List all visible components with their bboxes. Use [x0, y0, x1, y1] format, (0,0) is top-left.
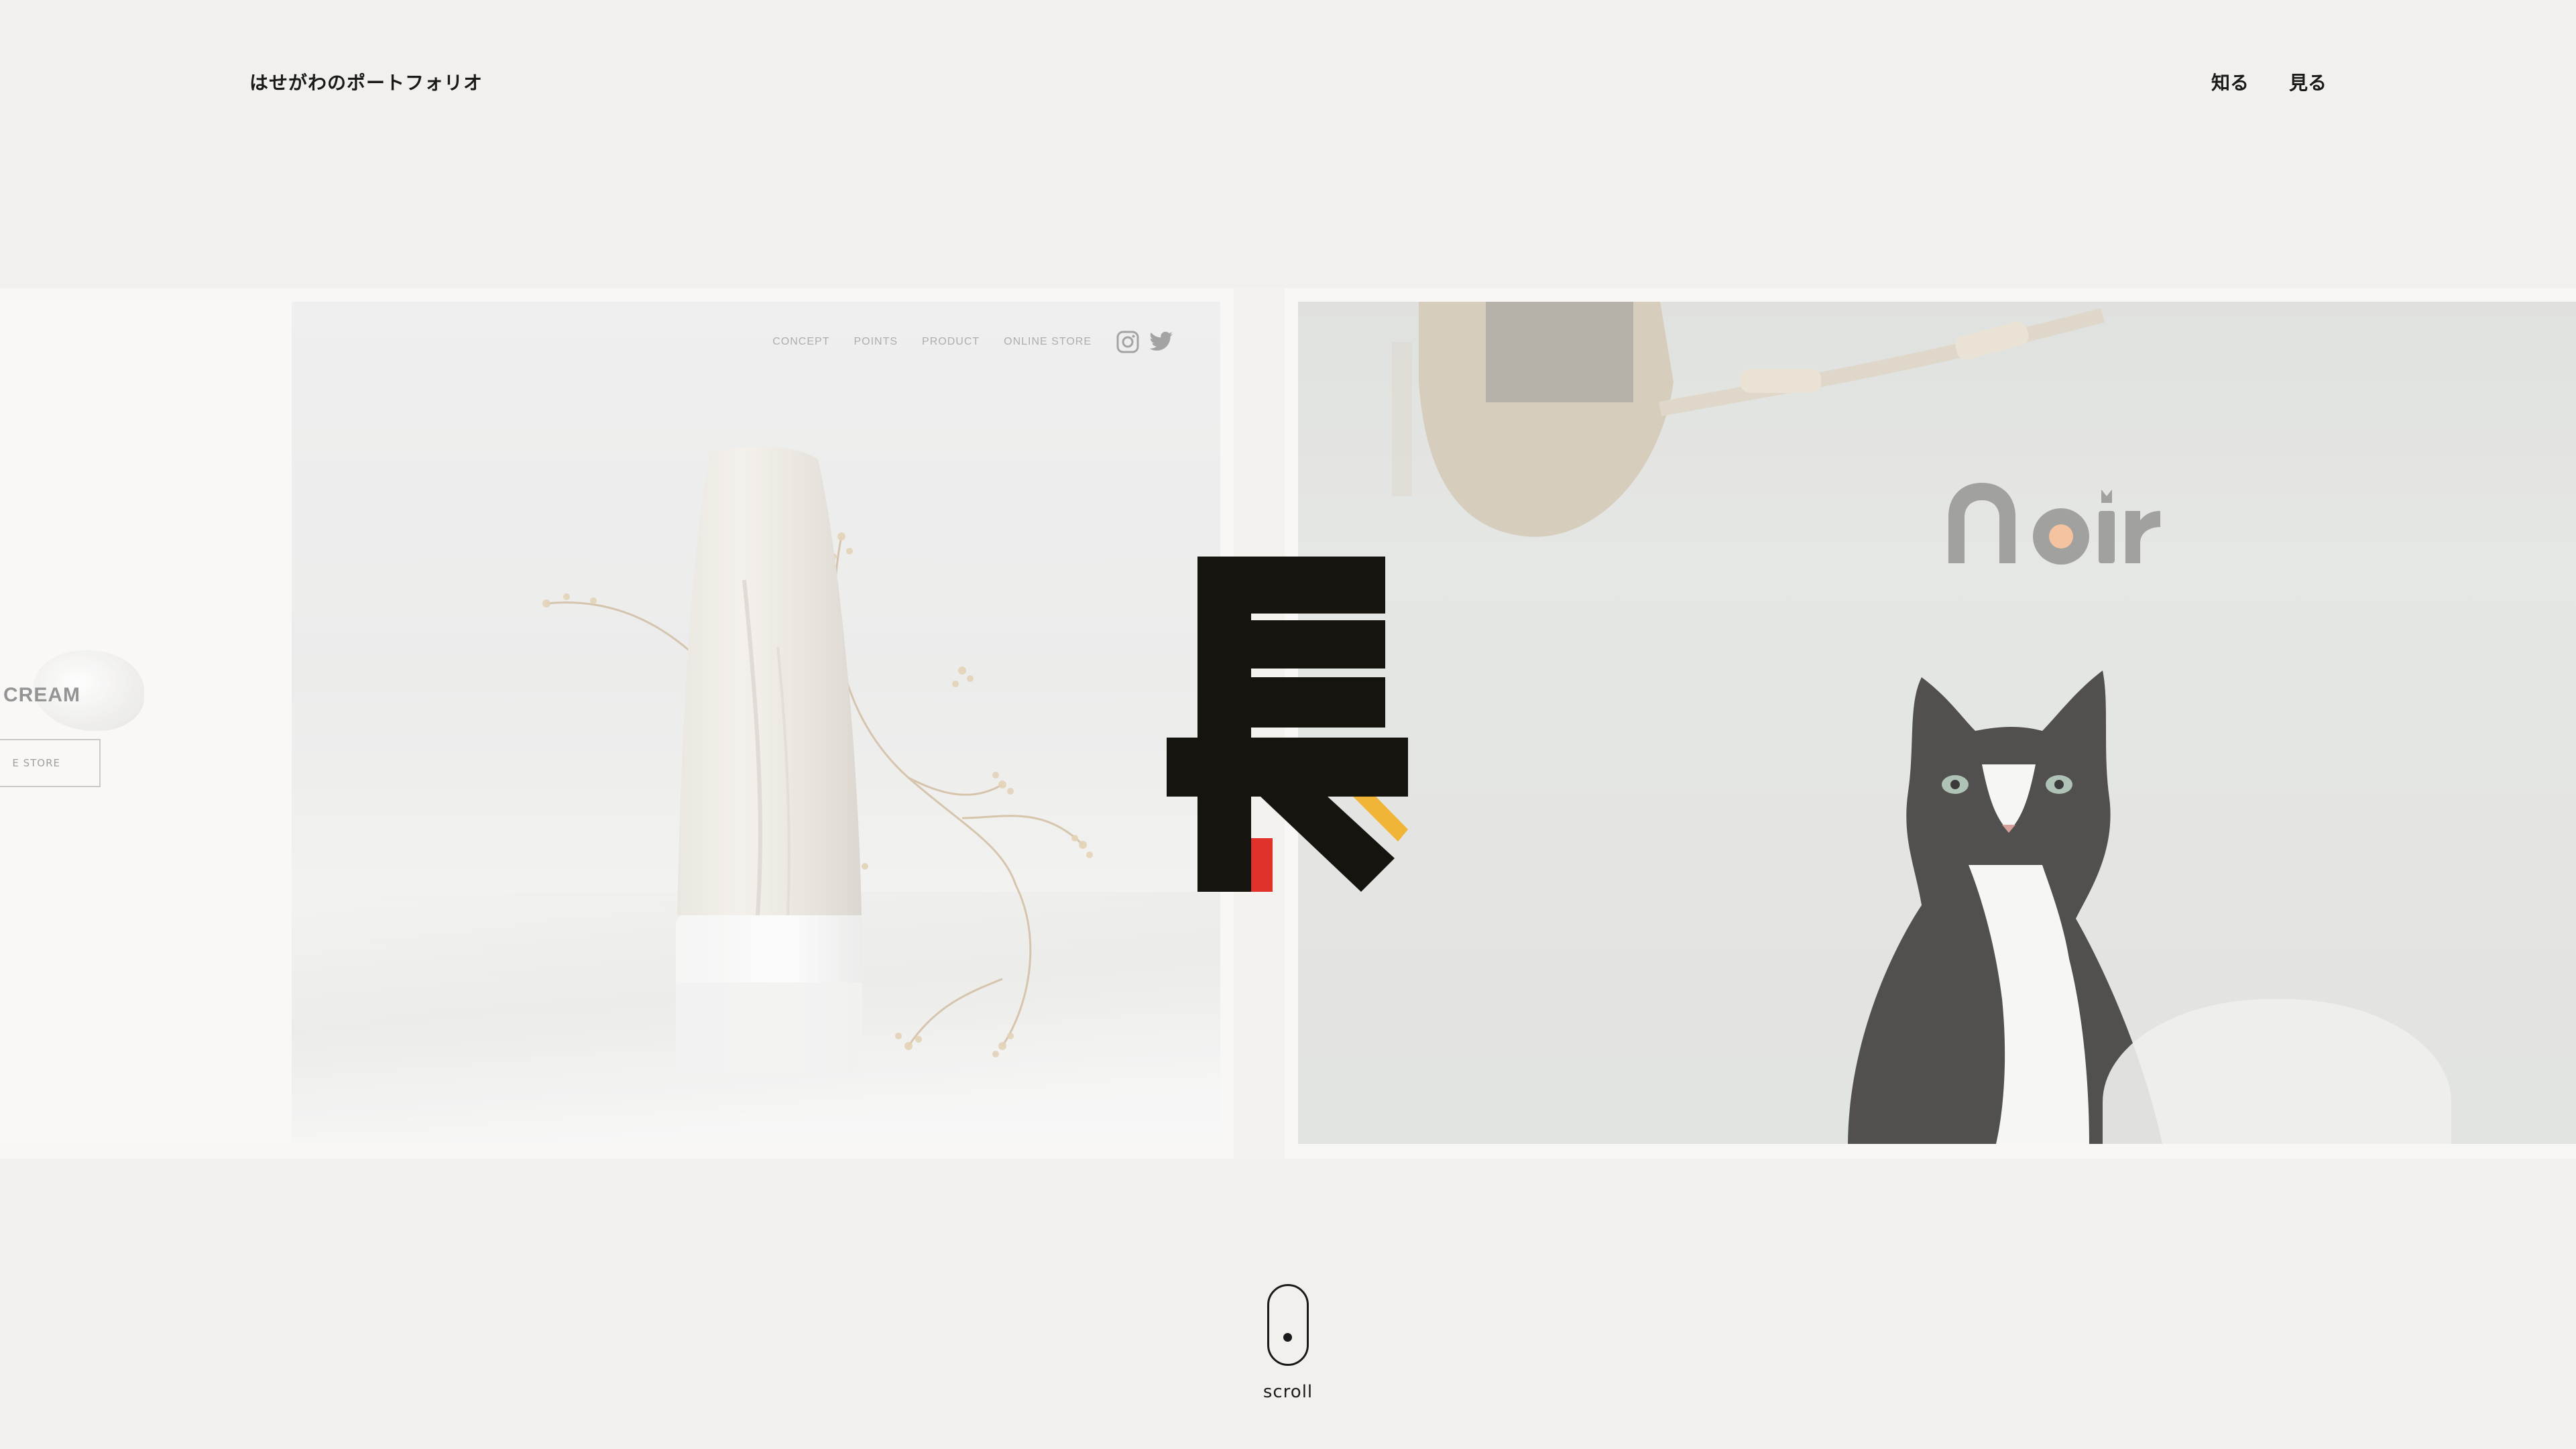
- work-slide-noir[interactable]: [1285, 288, 2576, 1159]
- nav-link-see[interactable]: 見る: [2289, 67, 2327, 99]
- mouse-wheel-dot: [1283, 1333, 1292, 1342]
- site-header: はせがわのポートフォリオ 知る 見る: [0, 0, 2576, 168]
- previous-site-title: CREAM: [3, 684, 80, 706]
- product-nav-online-store: ONLINE STORE: [1004, 336, 1092, 347]
- logo-red-accent: [1251, 838, 1273, 892]
- site-title[interactable]: はせがわのポートフォリオ: [249, 67, 483, 99]
- scroll-label: scroll: [1263, 1382, 1313, 1402]
- nav-link-know[interactable]: 知る: [2211, 67, 2249, 99]
- noir-logo: [1948, 483, 2160, 565]
- noir-logo-accent: [2049, 524, 2073, 548]
- previous-site-preview: CREAM E STORE: [0, 302, 292, 1144]
- cream-bottle-image: [676, 447, 862, 1073]
- dried-flower-branches: [542, 532, 1093, 1057]
- instagram-icon: [1116, 331, 1139, 353]
- work-slide-cream[interactable]: CREAM E STORE CONCEPT POINTS PRODUCT ONL…: [0, 288, 1234, 1159]
- product-site-nav: CONCEPT POINTS PRODUCT ONLINE STORE: [772, 330, 1173, 354]
- product-nav-concept: CONCEPT: [772, 336, 830, 347]
- twitter-icon: [1149, 331, 1173, 351]
- mouse-icon: [1267, 1284, 1309, 1366]
- product-site-preview: CONCEPT POINTS PRODUCT ONLINE STORE: [292, 302, 1220, 1144]
- product-nav-product: PRODUCT: [922, 336, 980, 347]
- scroll-indicator[interactable]: scroll: [1257, 1284, 1319, 1402]
- product-nav-points: POINTS: [854, 336, 898, 347]
- cat-site-preview: [1298, 302, 2576, 1144]
- main-nav: 知る 見る: [2211, 67, 2327, 99]
- center-logo-mark[interactable]: [1167, 553, 1408, 895]
- previous-site-store-button: E STORE: [0, 739, 101, 787]
